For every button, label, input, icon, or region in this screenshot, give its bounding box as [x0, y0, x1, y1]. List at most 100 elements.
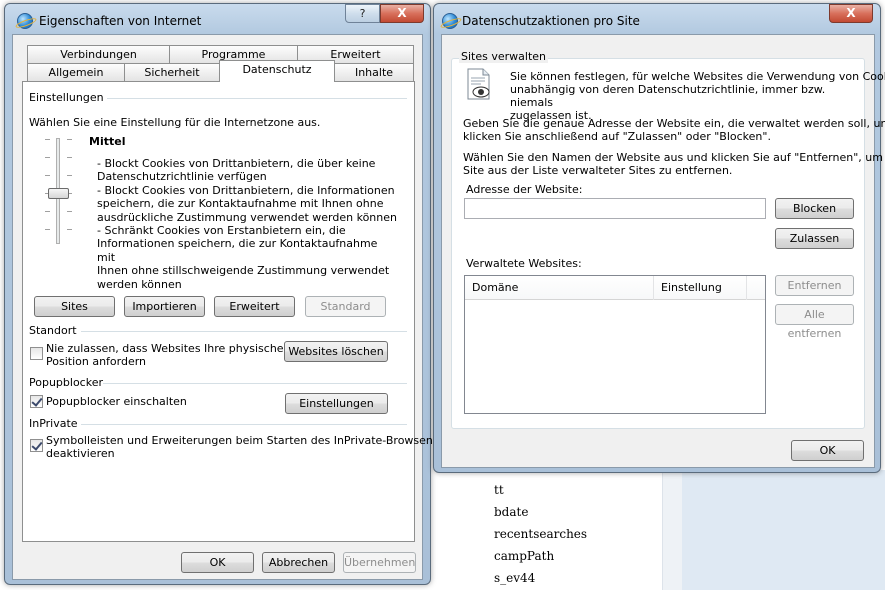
cancel-button[interactable]: Abbrechen — [262, 552, 335, 573]
dialog-body: Verbindungen Programme Erweitert Allgeme… — [12, 34, 439, 580]
slider-tick — [67, 229, 72, 230]
divider — [107, 98, 407, 99]
text-line: klicken Sie anschließend auf "Zulassen" … — [463, 130, 771, 143]
title-bar[interactable]: Datenschutzaktionen pro Site — [434, 4, 880, 34]
popup-settings-button[interactable]: Einstellungen — [285, 393, 388, 414]
allow-button[interactable]: Zulassen — [775, 228, 854, 249]
default-button[interactable]: Standard — [305, 296, 386, 317]
description-line: - Schränkt Cookies von Erstanbietern ein… — [97, 224, 346, 238]
divider — [81, 424, 407, 425]
list-item: s_ev44 — [494, 571, 536, 585]
privacy-level-description: - Blockt Cookies von Drittanbietern, die… — [97, 157, 397, 291]
description-line: Informationen speichern, die zur Kontakt… — [97, 237, 378, 264]
text-line: Sie können festlegen, für welche Website… — [510, 70, 885, 83]
background-panel — [682, 470, 885, 590]
tab-allgemein[interactable]: Allgemein — [27, 63, 125, 82]
label-line: deaktivieren — [46, 447, 115, 460]
tab-sicherheit[interactable]: Sicherheit — [124, 63, 220, 82]
remove-button[interactable]: Entfernen — [775, 275, 854, 296]
slider-tick — [45, 157, 50, 158]
tab-inhalte[interactable]: Inhalte — [334, 63, 414, 82]
divider — [81, 331, 407, 332]
label-line: Symbolleisten und Erweiterungen beim Sta… — [46, 434, 439, 447]
website-address-input[interactable] — [464, 198, 766, 219]
privacy-level-slider[interactable] — [45, 136, 75, 248]
apply-button[interactable]: Übernehmen — [343, 552, 416, 573]
list-header: Domäne Einstellung — [465, 276, 765, 300]
advanced-button[interactable]: Erweitert — [214, 296, 295, 317]
remove-all-button[interactable]: Alle entfernen — [775, 304, 854, 340]
location-group-label: Standort — [29, 324, 77, 337]
close-button[interactable]: X — [829, 4, 873, 23]
description-line: Ihnen ohne stillschweigende Zustimmung v… — [97, 264, 390, 278]
ok-button[interactable]: OK — [181, 552, 254, 573]
privacy-document-icon — [466, 68, 492, 100]
window-title: Eigenschaften von Internet — [39, 14, 202, 28]
description-line: ausdrückliche Zustimmung verwendet werde… — [97, 210, 397, 224]
list-item: campPath — [494, 549, 555, 563]
window-title: Datenschutzaktionen pro Site — [462, 14, 640, 28]
intro-text: Sie können festlegen, für welche Website… — [510, 70, 885, 122]
instruction-remove: Wählen Sie den Namen der Website aus und… — [463, 151, 885, 177]
slider-tick — [45, 175, 50, 176]
column-header-setting[interactable]: Einstellung — [654, 276, 747, 300]
description-line: speichern, die zur Kontaktaufnahme mit I… — [97, 197, 384, 211]
zone-instruction: Wählen Sie eine Einstellung für die Inte… — [29, 116, 321, 129]
privacy-tab-panel: Einstellungen Wählen Sie eine Einstellun… — [22, 81, 439, 542]
managed-sites-list[interactable]: Domäne Einstellung — [464, 275, 766, 414]
slider-tick — [67, 139, 72, 140]
managed-sites-label: Verwaltete Websites: — [466, 257, 582, 270]
label-line: Position anfordern — [46, 355, 147, 368]
close-button[interactable]: X — [380, 4, 424, 23]
description-line: - Blockt Cookies von Drittanbietern, die… — [97, 183, 395, 197]
divider — [103, 383, 407, 384]
list-item: tt — [494, 483, 504, 497]
popup-blocker-label[interactable]: Popupblocker einschalten — [46, 395, 187, 408]
clear-sites-button[interactable]: Websites löschen — [284, 341, 388, 362]
column-header-domain[interactable]: Domäne — [465, 276, 654, 300]
text-line: unabhängig von deren Datenschutzrichtlin… — [510, 83, 826, 109]
import-button[interactable]: Importieren — [124, 296, 205, 317]
manage-sites-group-label: Sites verwalten — [459, 50, 548, 63]
list-item: bdate — [494, 505, 529, 519]
settings-group-label: Einstellungen — [29, 91, 104, 104]
description-line: Datenschutzrichtlinie verfügen — [97, 170, 267, 184]
dialog-body: Sites verwalten Sie können festlegen, fü… — [441, 34, 885, 468]
description-line: - Blockt Cookies von Drittanbietern, die… — [97, 157, 376, 170]
block-button[interactable]: Blocken — [775, 198, 854, 219]
ok-button[interactable]: OK — [791, 440, 864, 461]
list-item: recentsearches — [494, 527, 588, 541]
text-line: Geben Sie die genaue Adresse der Website… — [463, 117, 885, 130]
popup-group-label: Popupblocker — [29, 376, 103, 389]
location-checkbox[interactable] — [30, 347, 43, 360]
background-scroll-strip — [662, 470, 682, 590]
text-line: Wählen Sie den Namen der Website aus und… — [463, 151, 885, 164]
popup-blocker-checkbox[interactable] — [30, 395, 43, 408]
text-line: Site aus der Liste verwalteter Sites zu … — [463, 164, 733, 177]
slider-tick — [45, 211, 50, 212]
internet-options-icon — [442, 13, 458, 29]
instruction-add: Geben Sie die genaue Adresse der Website… — [463, 117, 885, 143]
slider-tick — [67, 157, 72, 158]
slider-tick — [67, 175, 72, 176]
inprivate-checkbox[interactable] — [30, 439, 43, 452]
slider-tick — [45, 229, 50, 230]
privacy-level-name: Mittel — [89, 135, 126, 148]
label-line: Nie zulassen, dass Websites Ihre physisc… — [46, 342, 284, 355]
location-checkbox-label[interactable]: Nie zulassen, dass Websites Ihre physisc… — [46, 342, 286, 368]
tab-datenschutz[interactable]: Datenschutz — [219, 60, 335, 82]
address-label: Adresse der Website: — [466, 183, 583, 196]
slider-tick — [45, 139, 50, 140]
inprivate-checkbox-label[interactable]: Symbolleisten und Erweiterungen beim Sta… — [46, 434, 439, 460]
internet-options-icon — [17, 13, 33, 29]
inprivate-group-label: InPrivate — [29, 417, 78, 430]
sites-button[interactable]: Sites — [34, 296, 115, 317]
description-line: werden können — [97, 277, 182, 291]
background-list: tt bdate recentsearches campPath s_ev44 — [494, 479, 587, 589]
tab-verbindungen[interactable]: Verbindungen — [27, 45, 170, 64]
per-site-privacy-window: Datenschutzaktionen pro Site X Sites ver… — [433, 3, 885, 473]
slider-thumb[interactable] — [48, 188, 69, 199]
internet-options-window: Eigenschaften von Internet ? X Verbindun… — [4, 3, 439, 585]
help-button[interactable]: ? — [345, 4, 380, 23]
slider-tick — [67, 211, 72, 212]
